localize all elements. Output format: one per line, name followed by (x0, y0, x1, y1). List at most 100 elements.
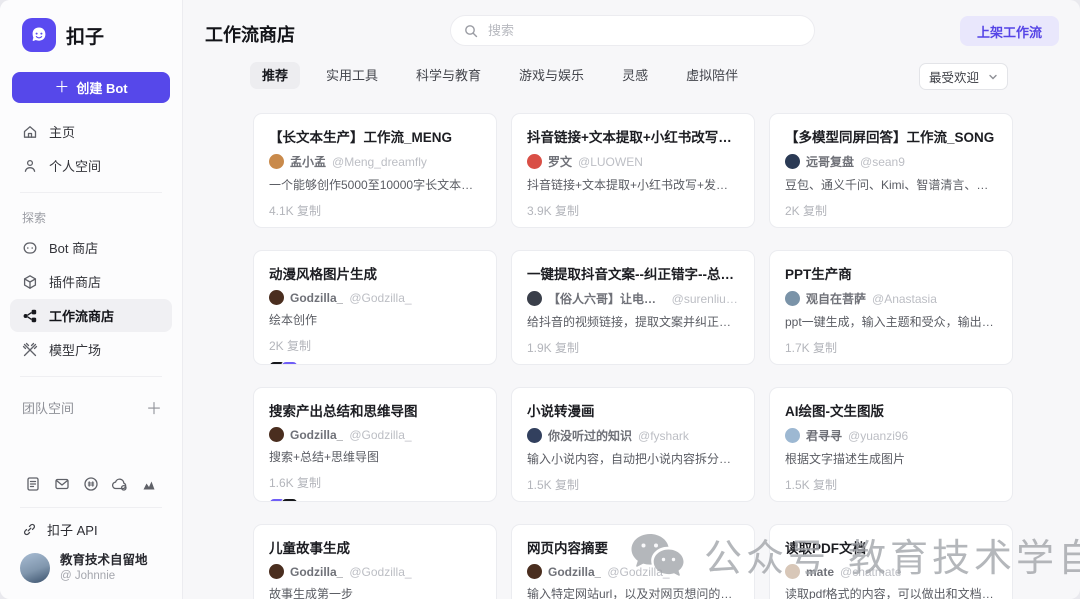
card-title: 小说转漫画 (527, 400, 739, 420)
author-name: Godzilla_ (548, 565, 601, 579)
chevron-down-icon (988, 72, 998, 82)
workflow-card[interactable]: 一键提取抖音文案--纠正错字--总结核...【俗人六哥】让电商...@suren… (511, 250, 755, 365)
author-name: 远哥复盘 (806, 153, 854, 170)
search-input[interactable] (486, 22, 801, 39)
sidebar-item-工作流商店[interactable]: 工作流商店 (10, 299, 172, 332)
sidebar-item-模型广场[interactable]: 模型广场 (10, 333, 172, 366)
author-name: 罗文 (548, 153, 572, 170)
mail-icon[interactable] (53, 475, 71, 493)
plugin-chip-row: × 3 (269, 497, 481, 502)
nav-item-label: 工作流商店 (49, 306, 114, 325)
author-name: mate (806, 565, 834, 579)
author-avatar (527, 291, 542, 306)
plugin-chip-count: × 3 (576, 501, 593, 502)
cloud-icon[interactable] (111, 475, 129, 493)
tab-虚拟陪伴[interactable]: 虚拟陪伴 (674, 62, 750, 89)
publish-workflow-button[interactable]: 上架工作流 (960, 16, 1059, 46)
copy-count: 2K 复制 (269, 337, 481, 354)
sidebar-item-Bot 商店[interactable]: Bot 商店 (10, 231, 172, 264)
tab-游戏与娱乐[interactable]: 游戏与娱乐 (507, 62, 596, 89)
workflow-card[interactable]: 抖音链接+文本提取+小红书改写+发布...罗文@LUOWEN抖音链接+文本提取+… (511, 113, 755, 228)
api-link[interactable]: 扣子 API (0, 508, 182, 539)
chat-icon[interactable] (82, 475, 100, 493)
workflow-card[interactable]: 网页内容摘要Godzilla_@Godzilla_输入特定网站url，以及对网页… (511, 524, 755, 599)
workflow-card[interactable]: 读取PDF文档mate@chatmate读取pdf格式的内容，可以做出和文档对话… (769, 524, 1013, 599)
workflow-card[interactable]: 【长文本生产】工作流_MENG孟小孟@Meng_dreamfly一个能够创作50… (253, 113, 497, 228)
author-handle: @Anastasia (872, 292, 937, 306)
workflow-card[interactable]: PPT生产商观自在菩萨@Anastasiappt一键生成，输入主题和受众，输出思… (769, 250, 1013, 365)
card-title: 抖音链接+文本提取+小红书改写+发布... (527, 126, 739, 146)
sort-dropdown[interactable]: 最受欢迎 (919, 63, 1008, 90)
author-name: 君寻寻 (806, 427, 842, 444)
card-author: 罗文 @LUOWEN (527, 153, 739, 170)
card-description: 一个能够创作5000至10000字长文本的工作... (269, 176, 481, 193)
add-team-icon[interactable]: ＋ (146, 395, 162, 419)
card-author: 远哥复盘 @sean9 (785, 153, 997, 170)
page-title: 工作流商店 (205, 21, 295, 47)
author-name: 观自在菩萨 (806, 290, 866, 307)
person-icon (22, 158, 38, 174)
tab-科学与教育[interactable]: 科学与教育 (404, 62, 493, 89)
tab-推荐[interactable]: 推荐 (250, 62, 300, 89)
team-space-row[interactable]: 团队空间 ＋ (0, 387, 182, 419)
plugin-chip-count: × 7 (576, 364, 593, 365)
card-author: 你没听过的知识@fyshark (527, 427, 739, 444)
workflow-card[interactable]: 搜索产出总结和思维导图Godzilla_@Godzilla_搜索+总结+思维导图… (253, 387, 497, 502)
plugin-chip-count: × 7 (576, 227, 593, 228)
author-handle: @Meng_dreamfly (332, 155, 427, 169)
card-author: Godzilla_ @Godzilla_ (527, 564, 739, 579)
app-logo[interactable]: 扣子 (0, 0, 182, 52)
workflow-card[interactable]: 儿童故事生成Godzilla_@Godzilla_故事生成第一步 (253, 524, 497, 599)
author-handle: @LUOWEN (578, 155, 643, 169)
card-description: 搜索+总结+思维导图 (269, 448, 481, 465)
copy-count: 3.9K 复制 (527, 202, 739, 219)
card-author: 【俗人六哥】让电商...@surenliuge (527, 290, 739, 307)
author-avatar (527, 428, 542, 443)
author-avatar (527, 154, 542, 169)
app-title: 扣子 (66, 22, 104, 49)
doc-icon[interactable] (24, 475, 42, 493)
workflow-card[interactable]: 小说转漫画你没听过的知识@fyshark输入小说内容，自动把小说内容拆分分镜，.… (511, 387, 755, 502)
author-handle: @sean9 (860, 155, 905, 169)
workflow-card[interactable]: AI绘图-文生图版君寻寻@yuanzi96根据文字描述生成图片1.5K 复制× … (769, 387, 1013, 502)
tab-灵感[interactable]: 灵感 (610, 62, 660, 89)
card-author: 孟小孟@Meng_dreamfly (269, 153, 481, 170)
tab-实用工具[interactable]: 实用工具 (314, 62, 390, 89)
plugin-cube-icon (22, 274, 38, 290)
plugin-chip-icon (281, 361, 298, 366)
plugin-chip-row: × 2 (269, 360, 481, 365)
nav-item-label: 主页 (49, 122, 75, 141)
sidebar-footer: 扣子 API 教育技术自留地 @ Johnnie (0, 475, 182, 599)
nav-item-label: Bot 商店 (49, 238, 98, 257)
workflow-card[interactable]: 【多模型同屏回答】工作流_SONG远哥复盘@sean9豆包、通义千问、Kimi、… (769, 113, 1013, 228)
author-avatar (269, 564, 284, 579)
sidebar-item-插件商店[interactable]: 插件商店 (10, 265, 172, 298)
copy-count: 1.5K 复制 (527, 476, 739, 493)
sidebar-item-个人空间[interactable]: 个人空间 (10, 149, 172, 182)
user-profile[interactable]: 教育技术自留地 @ Johnnie (0, 539, 182, 599)
stats-icon[interactable] (140, 475, 158, 493)
plugin-chip-row: × 5 (785, 362, 997, 365)
author-handle: @Godzilla_ (607, 565, 669, 579)
card-title: AI绘图-文生图版 (785, 400, 997, 420)
user-avatar (20, 553, 50, 583)
plugin-chip-row: × 6 (785, 225, 997, 228)
category-tabs: 推荐实用工具科学与教育游戏与娱乐灵感虚拟陪伴 (250, 62, 750, 89)
create-bot-label: 创建 Bot (76, 78, 127, 97)
workflow-card[interactable]: 动漫风格图片生成Godzilla_@Godzilla_绘本创作2K 复制× 2 (253, 250, 497, 365)
plugin-chip-count: × 18 (330, 227, 354, 228)
card-description: 给抖音的视频链接，提取文案并纠正错别字... (527, 313, 739, 330)
explore-section-label: 探索 (0, 203, 182, 230)
link-icon (22, 522, 37, 537)
create-bot-button[interactable]: ＋ 创建 Bot (12, 72, 170, 103)
author-name: Godzilla_ (290, 291, 343, 305)
author-handle: @fyshark (638, 429, 689, 443)
sidebar-item-主页[interactable]: 主页 (10, 115, 172, 148)
card-description: 绘本创作 (269, 311, 481, 328)
workflow-card-grid: 【长文本生产】工作流_MENG孟小孟@Meng_dreamfly一个能够创作50… (253, 113, 1013, 599)
card-title: 网页内容摘要 (527, 537, 739, 557)
card-author: Godzilla_@Godzilla_ (269, 427, 481, 442)
search-bar[interactable] (450, 15, 815, 46)
sidebar-divider-2 (20, 376, 162, 377)
plugin-chip-icon (809, 363, 826, 366)
